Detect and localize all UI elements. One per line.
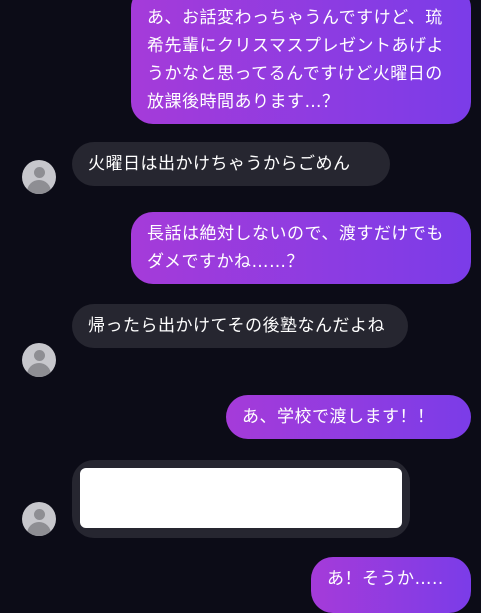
sent-message-bubble[interactable]: あ、お話変わっちゃうんですけど、琉希先輩にクリスマスプレゼントあげようかなと思っ… [131,0,471,124]
chat-thread: あ、お話変わっちゃうんですけど、琉希先輩にクリスマスプレゼントあげようかなと思っ… [0,0,481,613]
contact-avatar-icon[interactable] [22,502,56,536]
sent-message-bubble[interactable]: 長話は絶対しないので、渡すだけでもダメですかね……？ [131,212,471,284]
received-message-bubble[interactable]: 帰ったら出かけてその後塾なんだよね [72,304,408,348]
sent-message-bubble[interactable]: あ、学校で渡します！！ [226,395,471,439]
redaction-box [80,468,402,528]
contact-avatar-icon[interactable] [22,160,56,194]
sent-message-bubble[interactable]: あ！そうか….. [311,557,471,613]
received-message-bubble[interactable] [72,460,410,538]
contact-avatar-icon[interactable] [22,343,56,377]
received-message-bubble[interactable]: 火曜日は出かけちゃうからごめん [72,142,390,186]
